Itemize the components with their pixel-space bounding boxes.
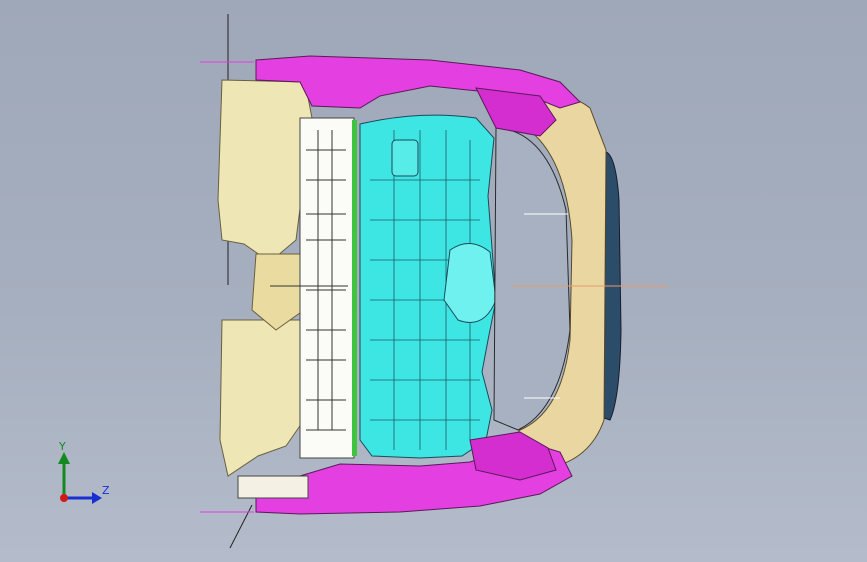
y-axis-label: Y [59, 440, 66, 453]
coordinate-triad: Y Z [44, 438, 124, 518]
bumper-bottom-plate [237, 475, 309, 499]
triad-graphic [58, 452, 102, 504]
seat-column-left[interactable] [299, 117, 355, 459]
front-left-trim-block-lower[interactable] [219, 319, 307, 477]
spare-tire-well[interactable] [443, 243, 497, 323]
z-axis-arrowhead [92, 492, 102, 504]
green-seam-strip [352, 120, 357, 456]
reference-leader-line [229, 504, 253, 549]
z-axis-label: Z [102, 484, 110, 497]
front-left-trim-block[interactable] [217, 79, 313, 263]
floor-handle-recess[interactable] [391, 139, 419, 177]
x-axis-origin [60, 494, 68, 502]
y-axis-arrowhead [58, 452, 70, 464]
cad-3d-viewport[interactable]: Y Z [0, 0, 867, 562]
left-mid-trim[interactable] [251, 253, 305, 331]
vehicle-body-model[interactable] [0, 0, 867, 562]
